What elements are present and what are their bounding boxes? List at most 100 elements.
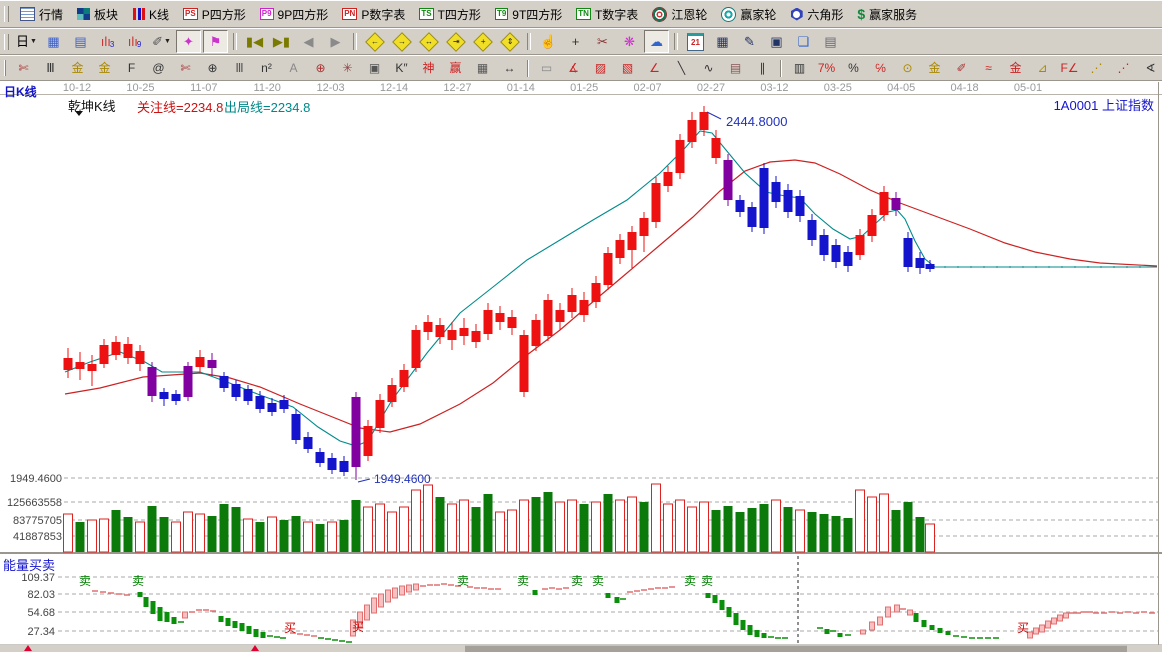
menu-item-kline[interactable]: K线 xyxy=(125,4,176,25)
goto-last-button[interactable]: ▶▮ xyxy=(269,30,294,53)
draw-tool-button[interactable]: ✐▼ xyxy=(149,30,174,53)
n-square-tool[interactable]: n² xyxy=(254,57,279,80)
grid-box-tool[interactable]: ▣ xyxy=(362,57,387,80)
gold-ratio-tool[interactable]: 金 xyxy=(65,57,90,80)
toolbar-grip[interactable] xyxy=(4,60,6,76)
star-grid-tool[interactable]: ✳ xyxy=(335,57,360,80)
indicator-candle xyxy=(254,629,259,637)
dense-grid-tool[interactable]: ▦ xyxy=(470,57,495,80)
gold-rise-tool[interactable]: ⋰ xyxy=(1084,57,1109,80)
chart-3-button[interactable]: ılı3 xyxy=(95,30,120,53)
expand-horizontal-button[interactable]: ↔ xyxy=(416,30,441,53)
gold-level-tool[interactable]: 金 xyxy=(922,57,947,80)
prev-page-button[interactable]: ◀ xyxy=(296,30,321,53)
shift-right-button[interactable]: → xyxy=(389,30,414,53)
memo-button[interactable]: ✎ xyxy=(737,30,762,53)
toolbar-grip[interactable] xyxy=(4,34,9,50)
fan-net-icon: ▧ xyxy=(622,62,633,74)
frame-tool[interactable]: ▭ xyxy=(534,57,559,80)
zigzag-tool[interactable]: ∿ xyxy=(696,57,721,80)
knife-tool[interactable]: ✄ xyxy=(11,57,36,80)
measure-table-tool[interactable]: ▥ xyxy=(787,57,812,80)
gann-clock-tool[interactable]: ⊕ xyxy=(200,57,225,80)
percent-zone-tool[interactable]: ℅ xyxy=(868,57,893,80)
price-low-axis-label: 1949.4600 xyxy=(10,473,62,485)
menu-item-t-square[interactable]: TS T四方形 xyxy=(412,4,488,25)
next-page-button[interactable]: ▶ xyxy=(323,30,348,53)
menu-item-gann-wheel[interactable]: 江恩轮 xyxy=(645,4,714,25)
qiankun-kline-button[interactable]: ✦ xyxy=(176,30,201,53)
menu-item-sectors[interactable]: 板块 xyxy=(70,4,125,25)
spiral-tool[interactable]: @ xyxy=(146,57,171,80)
calendar-button[interactable]: 21 xyxy=(683,30,708,53)
scrollbar-thumb[interactable] xyxy=(465,645,1127,652)
menu-item-quotes[interactable]: 行情 xyxy=(13,4,70,25)
toolbar-grip[interactable] xyxy=(4,6,9,22)
print-button[interactable]: ▤ xyxy=(818,30,843,53)
f-rise-tool[interactable]: F∠ xyxy=(1057,57,1082,80)
trend-line-tool[interactable]: ╲ xyxy=(669,57,694,80)
crosshair-button[interactable]: + xyxy=(563,30,588,53)
horizontal-scrollbar[interactable] xyxy=(0,645,1162,652)
fibonacci-grid-tool[interactable]: F xyxy=(119,57,144,80)
paint-tool[interactable]: ✐ xyxy=(949,57,974,80)
signal-flag-button[interactable]: ⚑ xyxy=(203,30,228,53)
menu-item-hexagon[interactable]: 六角形 xyxy=(783,4,850,25)
menu-item-winner-service[interactable]: $ 赢家服务 xyxy=(850,4,924,25)
rise-line-tool[interactable]: ⊿ xyxy=(1030,57,1055,80)
pan-hand-button[interactable]: ☝ xyxy=(536,30,561,53)
frame-icon: ▭ xyxy=(541,62,552,74)
zoom-fit-button[interactable]: + xyxy=(470,30,495,53)
quote-list-button[interactable]: ▤ xyxy=(68,30,93,53)
width-measure-tool[interactable]: ↔ xyxy=(497,57,522,80)
parallel-lines-tool[interactable]: ∥ xyxy=(750,57,775,80)
hatch-grid-tool[interactable]: ▤ xyxy=(723,57,748,80)
percent-7-tool[interactable]: 7% xyxy=(814,57,839,80)
fan-box-tool[interactable]: ▨ xyxy=(588,57,613,80)
window-layout-button[interactable]: ▦ xyxy=(41,30,66,53)
ying-grid-tool[interactable]: 赢 xyxy=(443,57,468,80)
grid-lines-tool[interactable]: Ⅲ xyxy=(38,57,63,80)
comb-tool[interactable]: Ⅲ xyxy=(227,57,252,80)
menu-item-9t-square[interactable]: T9 9T四方形 xyxy=(488,4,569,25)
calculator-button[interactable]: ▦ xyxy=(710,30,735,53)
chart-9-button[interactable]: ılı9 xyxy=(122,30,147,53)
angle-knife-tool[interactable]: ✄ xyxy=(173,57,198,80)
candle xyxy=(926,264,935,269)
gold-section-tool[interactable]: 金 xyxy=(1003,57,1028,80)
percent-tool[interactable]: % xyxy=(841,57,866,80)
speed-rise-tool[interactable]: ⋰ xyxy=(1111,57,1136,80)
menu-item-p-table[interactable]: PN P数字表 xyxy=(335,4,412,25)
menu-item-p-square[interactable]: PS P四方形 xyxy=(176,4,253,25)
smart-brain-button[interactable]: ☁ xyxy=(644,30,669,53)
fan-net-tool[interactable]: ▧ xyxy=(615,57,640,80)
export-button[interactable]: ❏ xyxy=(791,30,816,53)
gann-circle-tool[interactable]: ⊕ xyxy=(308,57,333,80)
menu-item-winner-wheel[interactable]: 赢家轮 xyxy=(714,4,783,25)
goto-first-button[interactable]: ▮◀ xyxy=(242,30,267,53)
fan-lines-tool[interactable]: ∡ xyxy=(561,57,586,80)
indicator-name[interactable]: 能量买卖 xyxy=(3,555,55,574)
menu-item-t-table[interactable]: TN T数字表 xyxy=(569,4,645,25)
angle-knife-icon: ✄ xyxy=(180,62,190,74)
chevron-down-icon[interactable] xyxy=(75,111,83,116)
volume-bar xyxy=(400,507,409,552)
k-note-tool[interactable]: K″ xyxy=(389,57,414,80)
angle-a-tool[interactable]: A xyxy=(281,57,306,80)
wave-band-tool[interactable]: ≈ xyxy=(976,57,1001,80)
hexagon-icon xyxy=(790,8,803,21)
gold-grid-tool[interactable]: 金 xyxy=(92,57,117,80)
four-angle-tool[interactable]: ∢ xyxy=(1138,57,1162,80)
shen-grid-tool[interactable]: 神 xyxy=(416,57,441,80)
compress-button[interactable]: ⇥ xyxy=(443,30,468,53)
menu-item-9p-square[interactable]: P9 9P四方形 xyxy=(253,4,335,25)
angle-line-tool[interactable]: ∠ xyxy=(642,57,667,80)
shift-left-button[interactable]: ← xyxy=(362,30,387,53)
save-button[interactable]: ▣ xyxy=(764,30,789,53)
expand-vertical-button[interactable]: ⇕ xyxy=(497,30,522,53)
gold-circle-tool[interactable]: ⊙ xyxy=(895,57,920,80)
erase-tool-button[interactable]: ✂ xyxy=(590,30,615,53)
gann-net-button[interactable]: ❋ xyxy=(617,30,642,53)
period-day-button[interactable]: 日▼ xyxy=(14,30,39,53)
n-square-icon: n² xyxy=(261,62,272,74)
